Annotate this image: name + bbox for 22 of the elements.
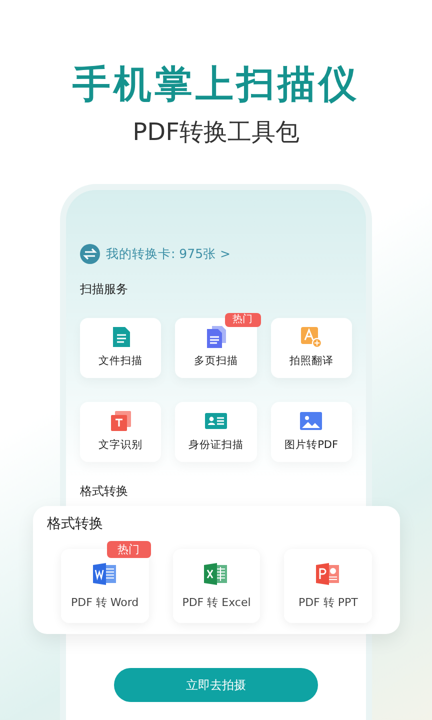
- scan-tool-tile[interactable]: 文字识别: [80, 402, 162, 462]
- image-icon: [300, 410, 322, 432]
- scan-tool-tile[interactable]: 拍照翻译: [270, 318, 352, 378]
- section-title: 扫描服务: [80, 281, 129, 298]
- presentation-icon: [315, 560, 342, 587]
- text-recognition-icon: [110, 410, 132, 432]
- format-tool-tile[interactable]: PDF 转 PPT: [284, 549, 372, 623]
- hot-badge: 热门: [224, 313, 261, 327]
- swap-icon: [80, 244, 100, 264]
- format-tool-tile[interactable]: PDF 转 Excel: [172, 549, 260, 623]
- spreadsheet-icon: [203, 560, 230, 587]
- subtitle: PDF转换工具包: [132, 117, 300, 148]
- headline: 手机掌上扫描仪: [72, 61, 360, 108]
- scan-tool-tile[interactable]: 图片转PDF: [270, 402, 352, 462]
- hot-badge: 热门: [106, 541, 151, 558]
- pages-icon: [204, 326, 227, 348]
- scan-tool-tile[interactable]: 身份证扫描: [175, 402, 257, 462]
- translate-icon: [300, 326, 322, 348]
- panel-title: 格式转换: [47, 515, 104, 534]
- section-title: 格式转换: [80, 483, 129, 500]
- word-document-icon: [92, 560, 118, 587]
- scan-tool-tile[interactable]: 文件扫描: [80, 318, 162, 378]
